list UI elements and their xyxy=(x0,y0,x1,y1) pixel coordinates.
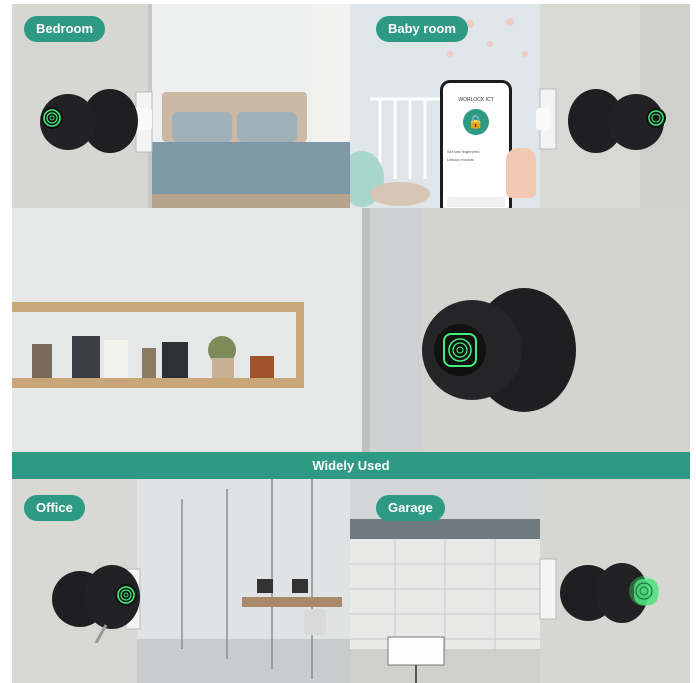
phone-list-item: Unlock records xyxy=(447,157,474,162)
label-garage: Garage xyxy=(376,495,445,521)
panel-garage: Garage xyxy=(350,479,690,683)
hallway-scene xyxy=(12,208,690,452)
hand xyxy=(506,148,536,198)
panel-office: Office xyxy=(12,479,350,683)
phone-app-name: WORLOCK ICT xyxy=(458,97,494,103)
label-baby-room: Baby room xyxy=(376,16,468,42)
banner-widely-used: Widely Used xyxy=(12,452,690,479)
knob-garage xyxy=(558,557,668,637)
lock-icon: 🔒 xyxy=(463,109,489,135)
phone: WORLOCK ICT 🔒 Set fast fingerprint Unloc… xyxy=(440,80,512,208)
panel-bedroom: Bedroom xyxy=(12,4,350,208)
label-bedroom: Bedroom xyxy=(24,16,106,42)
panel-hallway xyxy=(12,208,690,452)
collage: Bedroom WORLOCK ICT 🔒 Set fast fingerpri… xyxy=(0,0,696,683)
knob-baby-room xyxy=(568,88,668,158)
label-office: Office xyxy=(24,495,85,521)
knob-bedroom xyxy=(38,88,138,158)
knob-office xyxy=(50,563,150,643)
knob-main xyxy=(416,280,586,420)
panel-baby-room: WORLOCK ICT 🔒 Set fast fingerprint Unloc… xyxy=(350,4,690,208)
phone-list-item: Set fast fingerprint xyxy=(447,149,480,154)
